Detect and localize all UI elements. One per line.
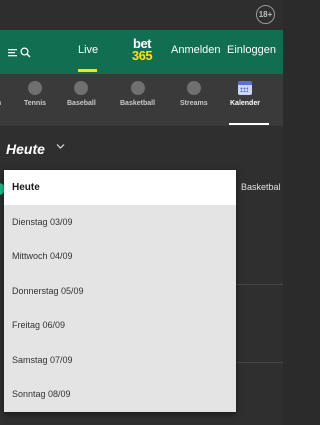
divider [236,284,283,285]
sport-item-baseball[interactable]: Baseball [67,81,96,107]
bet365-logo[interactable]: bet 365 [126,37,158,66]
tennis-ball-icon [28,81,43,95]
live-tab-indicator [78,69,97,72]
dropdown-option[interactable]: Freitag 06/09 [4,308,236,343]
sport-label: Kalender [230,100,260,107]
sport-label: Baseball [67,100,96,107]
menu-search-button[interactable] [8,42,31,62]
calendar-icon [237,81,252,95]
site-header: Live bet 365 Anmelden Einloggen [0,30,283,74]
dropdown-option[interactable]: Samstag 07/09 [4,343,236,378]
dropdown-option-selected[interactable]: Heute [4,170,236,205]
baseball-icon [74,81,89,95]
age-badge: 18+ [256,5,275,24]
login-link[interactable]: Einloggen [227,44,276,56]
dropdown-option[interactable]: Sonntag 08/09 [4,377,236,412]
sport-filter-label[interactable]: Basketbal [241,182,281,192]
dropdown-option[interactable]: Mittwoch 04/09 [4,239,236,274]
sports-nav: n Tennis Baseball Basketball Streams Kal… [0,74,283,126]
search-icon [20,46,31,57]
logo-text-bottom: 365 [131,48,153,63]
dropdown-option[interactable]: Donnerstag 05/09 [4,274,236,309]
live-tab[interactable]: Live [78,44,98,56]
streams-icon [186,81,201,95]
chevron-down-icon[interactable] [56,143,65,150]
sport-label: Streams [180,100,208,107]
register-link[interactable]: Anmelden [171,44,221,56]
date-dropdown[interactable]: Heute Dienstag 03/09 Mittwoch 04/09 Donn… [4,170,236,412]
sport-item-partial[interactable]: n [0,81,6,107]
sport-label: Basketball [120,100,156,107]
basketball-icon [130,81,145,95]
sport-item-basketball[interactable]: Basketball [120,81,155,107]
menu-icon [8,48,17,56]
active-tab-indicator [229,123,269,125]
sport-item-streams[interactable]: Streams [180,81,208,107]
day-selector-title[interactable]: Heute [6,141,45,157]
sport-label: n [0,100,6,107]
sport-item-tennis[interactable]: Tennis [24,81,46,107]
top-bar: 18+ [0,0,283,30]
divider [236,362,283,363]
sport-label: Tennis [24,100,47,107]
dropdown-option[interactable]: Dienstag 03/09 [4,205,236,240]
sport-item-calendar[interactable]: Kalender [230,81,260,107]
